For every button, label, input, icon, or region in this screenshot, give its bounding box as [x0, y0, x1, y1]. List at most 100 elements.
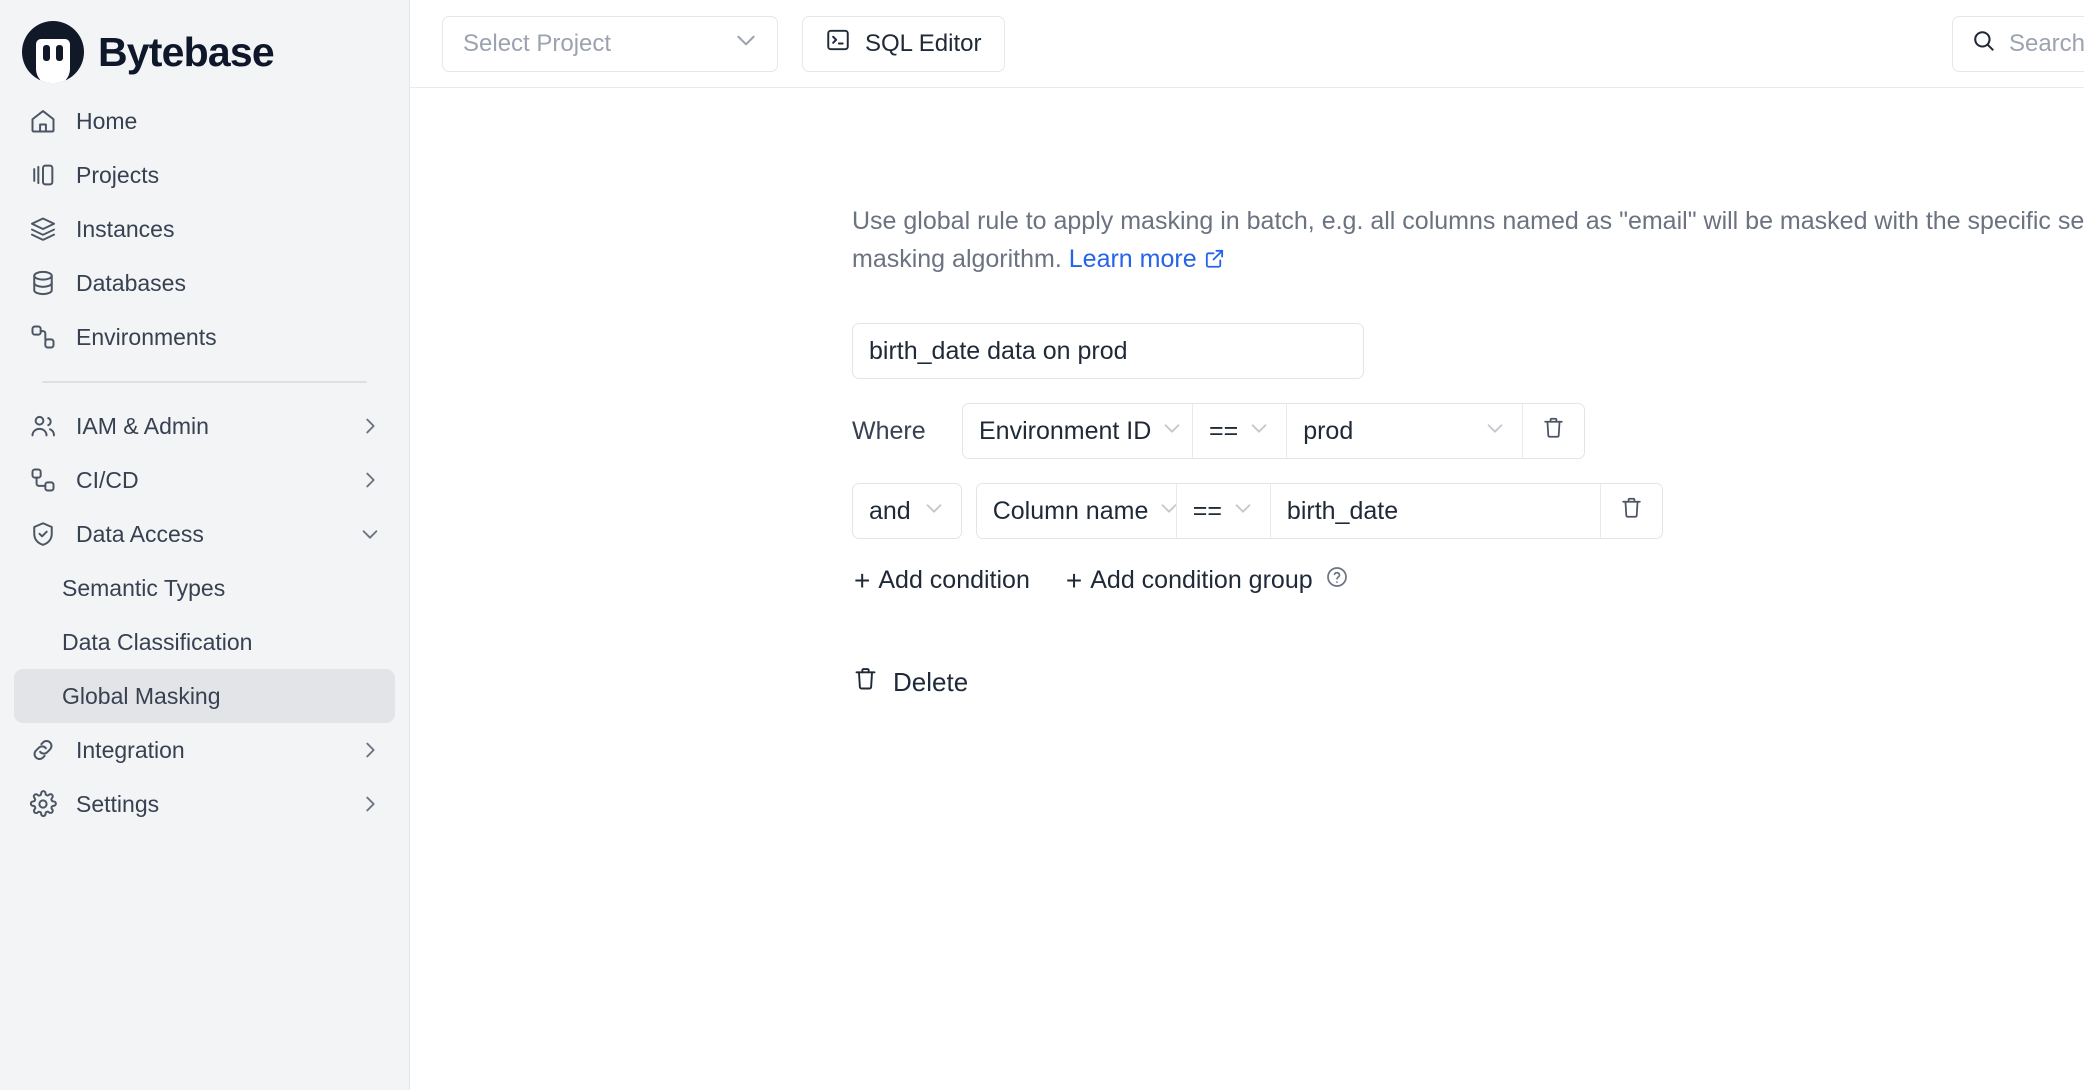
project-select[interactable]: Select Project — [442, 16, 778, 72]
page-description-text: Use global rule to apply masking in batc… — [852, 207, 2084, 273]
sidebar-item-projects[interactable]: Projects — [14, 148, 395, 202]
sidebar-item-label: Databases — [76, 270, 381, 297]
condition-value-input[interactable]: birth_date — [1271, 484, 1601, 538]
gear-icon — [28, 789, 58, 819]
condition-operator-value: == — [1209, 417, 1238, 446]
delete-condition-button[interactable] — [1601, 484, 1662, 538]
chevron-down-icon — [1248, 417, 1270, 446]
sql-editor-button[interactable]: SQL Editor — [802, 16, 1005, 72]
delete-rule-button[interactable]: Delete — [852, 665, 968, 699]
bytebase-logo-icon — [22, 21, 84, 83]
chevron-right-icon — [359, 415, 381, 437]
condition-value: birth_date — [1287, 497, 1398, 526]
sidebar-item-label: CI/CD — [76, 467, 341, 494]
where-label: Where — [852, 417, 962, 446]
rule-form-left: Where Environment ID == prod — [852, 323, 1992, 596]
search-icon — [1971, 28, 1997, 59]
sidebar-item-label: Global Masking — [62, 683, 381, 710]
chevron-right-icon — [359, 793, 381, 815]
link-icon — [28, 735, 58, 765]
sidebar-item-environments[interactable]: Environments — [14, 310, 395, 364]
search-placeholder: Search — [2009, 30, 2084, 58]
learn-more-link[interactable]: Learn more — [1069, 245, 1197, 273]
condition-group-2: Column name == birth_date — [976, 483, 1663, 539]
chevron-down-icon — [1232, 497, 1254, 526]
sidebar-item-label: Instances — [76, 216, 381, 243]
condition-value-select[interactable]: prod — [1287, 404, 1523, 458]
sidebar-item-home[interactable]: Home — [14, 94, 395, 148]
add-condition-label: Add condition — [878, 566, 1030, 595]
condition-row: Where Environment ID == prod — [852, 403, 1992, 459]
sidebar-item-label: Home — [76, 108, 381, 135]
sidebar-item-iam-admin[interactable]: IAM & Admin — [14, 399, 395, 453]
databases-icon — [28, 268, 58, 298]
environments-icon — [28, 322, 58, 352]
sidebar-item-global-masking[interactable]: Global Masking — [14, 669, 395, 723]
terminal-icon — [825, 27, 851, 60]
sidebar-nav: Home Projects Instances Databases — [0, 88, 409, 831]
sidebar-item-label: Integration — [76, 737, 341, 764]
sql-editor-label: SQL Editor — [865, 30, 982, 58]
home-icon — [28, 106, 58, 136]
plus-icon: + — [854, 567, 870, 595]
sidebar-item-settings[interactable]: Settings — [14, 777, 395, 831]
help-circle-icon[interactable] — [1325, 565, 1349, 596]
condition-operator-select[interactable]: == — [1193, 404, 1287, 458]
trash-icon — [1541, 415, 1566, 447]
instances-icon — [28, 214, 58, 244]
add-condition-links: + Add condition + Add condition group — [854, 565, 1992, 596]
condition-operator-select[interactable]: == — [1177, 484, 1271, 538]
app-root: Bytebase Home Projects Instances — [0, 0, 2084, 1090]
sidebar-item-instances[interactable]: Instances — [14, 202, 395, 256]
add-condition-group-label: Add condition group — [1090, 566, 1312, 595]
sidebar-item-label: Data Classification — [62, 629, 381, 656]
plus-icon: + — [1066, 567, 1082, 595]
rule-actions-row: Delete Cancel Confirm — [410, 650, 2084, 714]
condition-connector-value: and — [869, 497, 911, 526]
chevron-down-icon — [1484, 417, 1506, 446]
condition-operator-value: == — [1193, 497, 1222, 526]
condition-field-select[interactable]: Environment ID — [963, 404, 1193, 458]
project-select-value: Select Project — [463, 30, 611, 58]
condition-value: prod — [1303, 417, 1353, 446]
sidebar-item-semantic-types[interactable]: Semantic Types — [14, 561, 395, 615]
sidebar-item-label: Semantic Types — [62, 575, 381, 602]
sidebar-item-label: IAM & Admin — [76, 413, 341, 440]
sidebar-item-cicd[interactable]: CI/CD — [14, 453, 395, 507]
trash-icon — [1619, 495, 1644, 527]
shield-check-icon — [28, 519, 58, 549]
projects-icon — [28, 160, 58, 190]
sidebar-item-integration[interactable]: Integration — [14, 723, 395, 777]
main-area: Select Project SQL Editor Search ⌘ K — [410, 0, 2084, 1090]
chevron-right-icon — [359, 469, 381, 491]
sidebar-item-label: Data Access — [76, 521, 341, 548]
external-link-icon[interactable] — [1203, 243, 1226, 281]
cicd-icon — [28, 465, 58, 495]
rule-title-input[interactable] — [852, 323, 1364, 379]
condition-field-select[interactable]: Column name — [977, 484, 1177, 538]
sidebar: Bytebase Home Projects Instances — [0, 0, 410, 1090]
users-icon — [28, 411, 58, 441]
condition-group-1: Environment ID == prod — [962, 403, 1585, 459]
search-input[interactable]: Search ⌘ K — [1952, 16, 2084, 72]
chevron-down-icon — [359, 523, 381, 545]
condition-connector-select[interactable]: and — [852, 483, 962, 539]
sidebar-item-data-classification[interactable]: Data Classification — [14, 615, 395, 669]
chevron-down-icon — [1161, 417, 1183, 446]
add-condition-group-button[interactable]: + Add condition group — [1066, 565, 1349, 596]
add-condition-button[interactable]: + Add condition — [854, 566, 1030, 595]
brand[interactable]: Bytebase — [0, 0, 409, 88]
sidebar-item-label: Projects — [76, 162, 381, 189]
sidebar-divider — [42, 381, 367, 383]
rule-form: Where Environment ID == prod — [410, 323, 2084, 596]
sidebar-item-label: Settings — [76, 791, 341, 818]
learn-more-label: Learn more — [1069, 245, 1197, 273]
page-description: Use global rule to apply masking in batc… — [852, 202, 2084, 281]
delete-label: Delete — [893, 667, 968, 698]
delete-condition-button[interactable] — [1523, 404, 1584, 458]
sidebar-item-data-access[interactable]: Data Access — [14, 507, 395, 561]
sidebar-item-databases[interactable]: Databases — [14, 256, 395, 310]
chevron-right-icon — [359, 739, 381, 761]
topbar: Select Project SQL Editor Search ⌘ K — [410, 0, 2084, 88]
chevron-down-icon — [733, 27, 759, 60]
